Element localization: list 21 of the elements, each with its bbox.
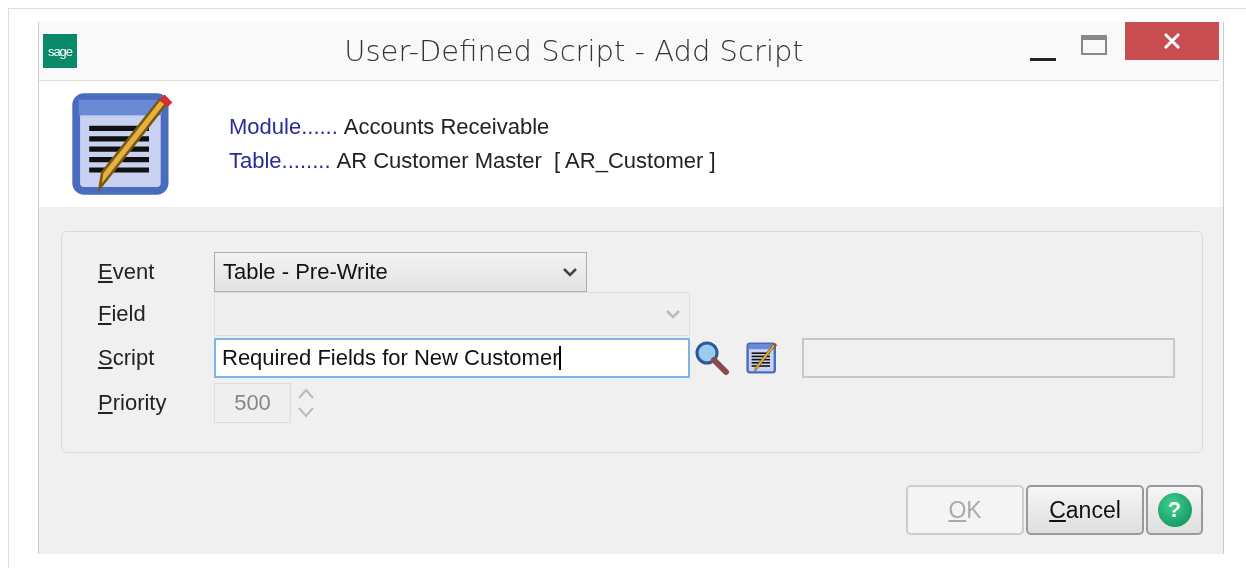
module-label: Module...... — [229, 114, 338, 140]
window-title: User-Defined Script - Add Script — [343, 34, 805, 68]
dropdown[interactable]: Table - Pre-Write — [214, 252, 587, 292]
table-value: AR Customer Master [ AR_Customer ] — [336, 148, 716, 174]
app-logo: sage — [43, 34, 77, 68]
field-label: Script — [98, 345, 156, 371]
table-label: Table........ — [229, 148, 331, 174]
field-label: Field — [98, 301, 147, 327]
close-icon — [1162, 31, 1182, 51]
notepad-pencil-icon — [746, 342, 778, 374]
input-field[interactable]: Required Fields for New Customer — [214, 338, 690, 378]
maximize-icon[interactable] — [1079, 32, 1109, 58]
search-icon[interactable] — [694, 340, 730, 376]
dialog-button[interactable]: Cancel — [1026, 485, 1144, 535]
field-label: Event — [98, 259, 156, 285]
close-button[interactable] — [1125, 22, 1219, 60]
module-value: Accounts Receivable — [343, 114, 550, 140]
chevron-icon — [665, 309, 681, 319]
field-label: Priority — [98, 390, 168, 416]
chevron-icon — [562, 267, 578, 277]
notepad-pencil-icon — [71, 92, 175, 196]
